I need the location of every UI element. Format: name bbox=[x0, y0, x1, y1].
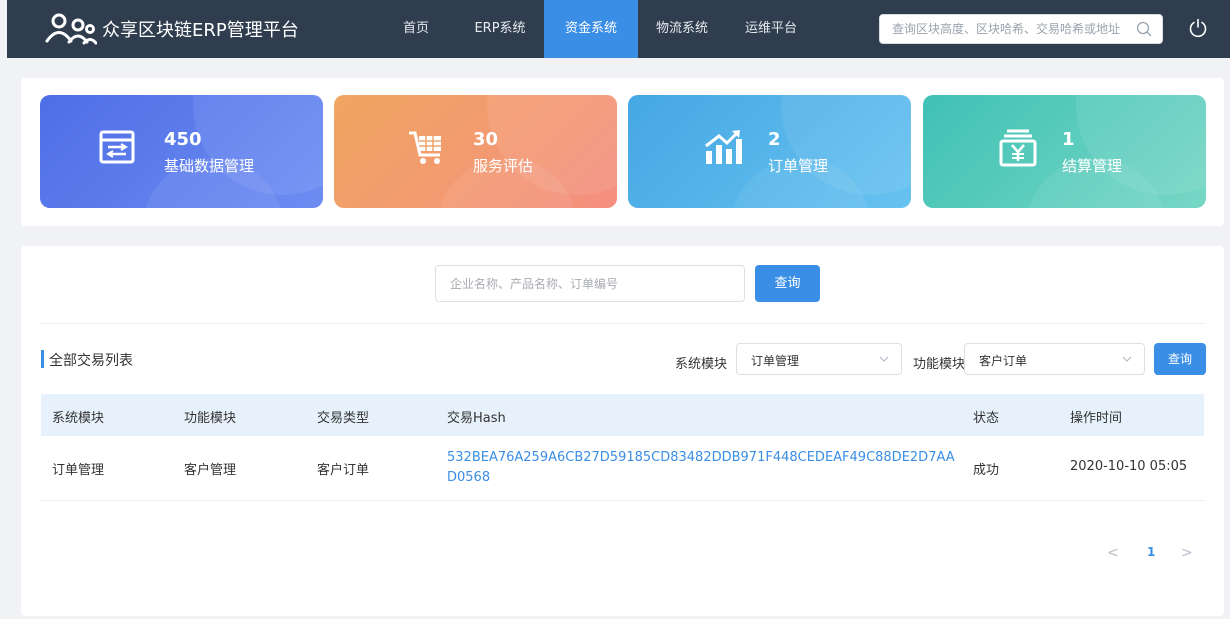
column-header: 状态 bbox=[973, 411, 1000, 426]
column-header: 功能模块 bbox=[184, 411, 237, 426]
stat-card-settlement[interactable]: 1 结算管理 bbox=[923, 95, 1206, 208]
stat-card-service-eval[interactable]: 30 服务评估 bbox=[334, 95, 617, 208]
pagination-prev-button[interactable]: < bbox=[1107, 545, 1119, 561]
stat-label: 服务评估 bbox=[473, 157, 534, 175]
users-logo-icon bbox=[45, 13, 97, 45]
block-search-box bbox=[879, 14, 1163, 44]
nav-erp[interactable]: ERP系统 bbox=[460, 0, 540, 58]
chevron-down-icon bbox=[1122, 356, 1132, 362]
cell-transaction-hash-link[interactable]: 532BEA76A259A6CB27D59185CD83482DDB971F44… bbox=[447, 448, 959, 488]
table-row: 订单管理 客户管理 客户订单 532BEA76A259A6CB27D59185C… bbox=[41, 436, 1204, 501]
nav-logistics[interactable]: 物流系统 bbox=[642, 0, 722, 58]
stat-value: 450 bbox=[164, 129, 202, 150]
chart-up-icon bbox=[705, 130, 742, 164]
stat-label: 基础数据管理 bbox=[164, 157, 255, 175]
stat-value: 30 bbox=[473, 129, 499, 150]
cell-transaction-type: 客户订单 bbox=[317, 463, 370, 478]
cell-function-module: 客户管理 bbox=[184, 463, 237, 478]
cell-operation-time: 2020-10-10 05:05 bbox=[1070, 459, 1188, 474]
search-icon[interactable] bbox=[1136, 21, 1152, 37]
stat-panel: 450 基础数据管理 30 服务评估 2 订单管理 1 结算管理 bbox=[21, 78, 1224, 226]
search-input[interactable] bbox=[436, 266, 744, 301]
nav-home[interactable]: 首页 bbox=[394, 0, 438, 58]
search-box bbox=[435, 265, 745, 302]
stat-label: 结算管理 bbox=[1062, 157, 1123, 175]
nav-finance[interactable]: 资金系统 bbox=[544, 0, 638, 58]
chevron-down-icon bbox=[879, 356, 889, 362]
filter-query-button[interactable]: 查询 bbox=[1154, 343, 1206, 375]
power-icon[interactable] bbox=[1187, 17, 1209, 39]
function-module-value: 客户订单 bbox=[979, 354, 1028, 368]
divider bbox=[41, 323, 1204, 324]
app-title: 众享区块链ERP管理平台 bbox=[102, 20, 299, 41]
top-navbar: 众享区块链ERP管理平台 首页 ERP系统 资金系统 物流系统 运维平台 bbox=[7, 0, 1230, 58]
function-module-select[interactable]: 客户订单 bbox=[964, 343, 1145, 375]
function-module-label: 功能模块 bbox=[913, 357, 966, 372]
column-header: 系统模块 bbox=[52, 411, 105, 426]
pagination-next-button[interactable]: > bbox=[1181, 545, 1193, 561]
pagination-page-1[interactable]: 1 bbox=[1147, 545, 1155, 559]
section-title: 全部交易列表 bbox=[49, 353, 133, 369]
cell-system-module: 订单管理 bbox=[52, 463, 105, 478]
transaction-panel: 查询 全部交易列表 系统模块 订单管理 功能模块 客户订单 查询 系统模块 功能… bbox=[21, 246, 1224, 616]
stat-value: 1 bbox=[1062, 129, 1075, 150]
column-header: 交易Hash bbox=[447, 411, 506, 426]
system-module-label: 系统模块 bbox=[675, 357, 728, 372]
cart-icon bbox=[409, 131, 441, 164]
section-marker bbox=[41, 350, 44, 368]
sliders-icon bbox=[99, 130, 135, 164]
stat-value: 2 bbox=[768, 129, 781, 150]
block-search-input[interactable] bbox=[880, 15, 1134, 43]
system-module-select[interactable]: 订单管理 bbox=[736, 343, 902, 375]
yen-icon bbox=[999, 129, 1037, 167]
stat-card-basic-data[interactable]: 450 基础数据管理 bbox=[40, 95, 323, 208]
search-button[interactable]: 查询 bbox=[755, 265, 820, 302]
stat-label: 订单管理 bbox=[768, 157, 829, 175]
stat-card-orders[interactable]: 2 订单管理 bbox=[628, 95, 911, 208]
table-header: 系统模块 功能模块 交易类型 交易Hash 状态 操作时间 bbox=[41, 394, 1204, 436]
nav-ops[interactable]: 运维平台 bbox=[731, 0, 811, 58]
cell-status: 成功 bbox=[973, 463, 1000, 478]
column-header: 交易类型 bbox=[317, 411, 370, 426]
column-header: 操作时间 bbox=[1070, 411, 1123, 426]
system-module-value: 订单管理 bbox=[751, 354, 800, 368]
